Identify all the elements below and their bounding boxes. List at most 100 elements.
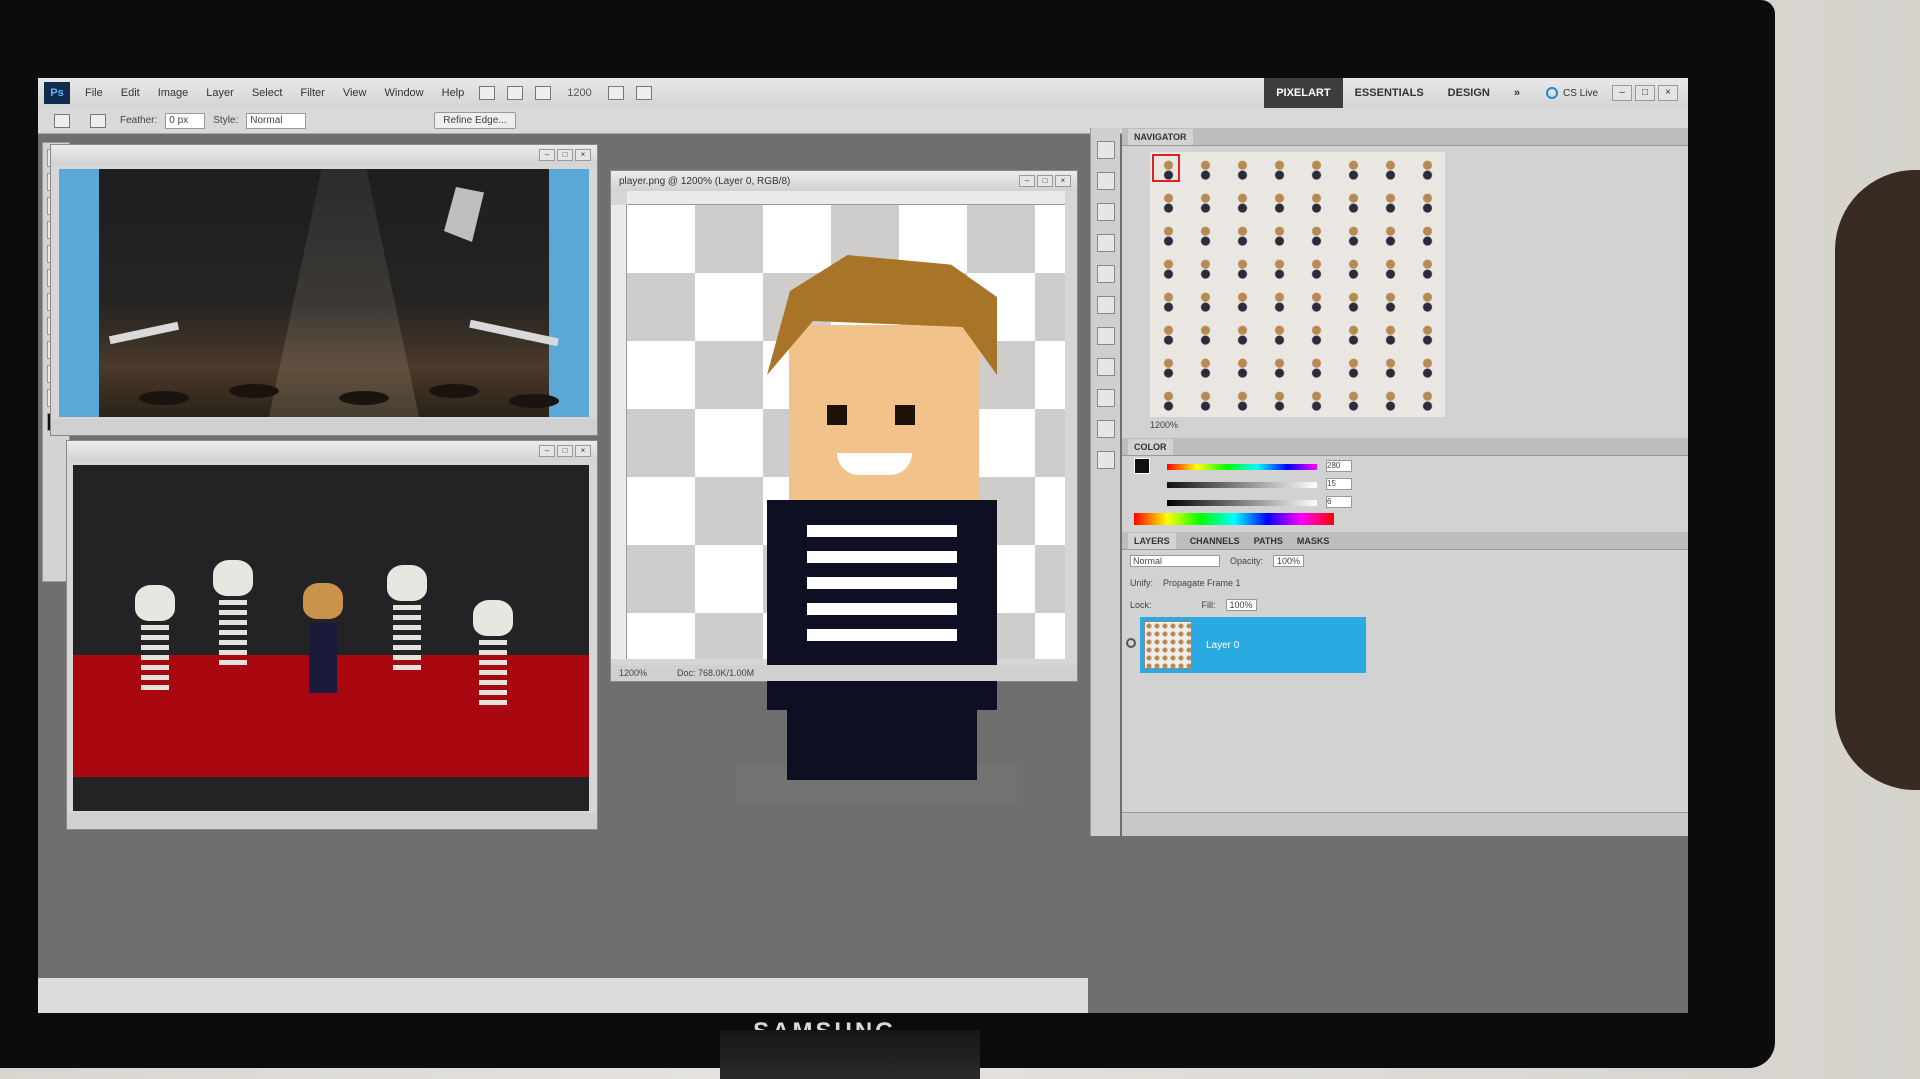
maximize-icon[interactable]: □ — [557, 445, 573, 457]
styles-icon[interactable] — [1096, 420, 1115, 438]
tab-masks[interactable]: MASKS — [1297, 536, 1330, 546]
skeleton-body — [479, 640, 507, 710]
dance-canvas[interactable] — [73, 465, 589, 811]
fence-left — [108, 321, 180, 345]
menu-edit[interactable]: Edit — [112, 87, 149, 99]
vertical-ruler[interactable] — [611, 205, 627, 659]
color-tab-bar: COLOR — [1122, 438, 1688, 456]
info-icon[interactable] — [1096, 389, 1115, 407]
doc-status-bar — [51, 419, 597, 435]
minimize-icon[interactable]: – — [1019, 175, 1035, 187]
app-window-controls: – □ × — [1612, 85, 1678, 101]
foreground-swatch[interactable] — [1134, 458, 1150, 474]
tab-navigator[interactable]: NAVIGATOR — [1128, 128, 1193, 145]
tab-layers[interactable]: LAYERS — [1128, 532, 1176, 549]
doc-window-controls: – □ × — [539, 445, 591, 457]
doc-size[interactable]: Doc: 768.0K/1.00M — [677, 668, 754, 678]
menu-image[interactable]: Image — [149, 87, 198, 99]
tab-paths[interactable]: PATHS — [1254, 536, 1283, 546]
saturation-value[interactable]: 15 — [1326, 478, 1352, 490]
selection-mode-icon[interactable] — [90, 113, 106, 128]
skeleton-sprite — [133, 585, 177, 705]
propagate-checkbox[interactable]: Propagate Frame 1 — [1163, 578, 1241, 588]
character-icon[interactable] — [1096, 451, 1115, 469]
menu-view[interactable]: View — [334, 87, 376, 99]
menu-layer[interactable]: Layer — [197, 87, 243, 99]
3d-icon[interactable] — [1096, 296, 1115, 314]
opacity-input[interactable]: 100% — [1273, 555, 1305, 567]
menu-window[interactable]: Window — [376, 87, 433, 99]
ps-logo: Ps — [44, 82, 70, 104]
visibility-eye-icon[interactable] — [1126, 638, 1136, 648]
play-icon[interactable] — [1096, 141, 1115, 159]
hue-value[interactable]: 280 — [1326, 460, 1352, 472]
maximize-icon[interactable]: □ — [1037, 175, 1053, 187]
minimize-icon[interactable]: – — [539, 149, 555, 161]
stage-canvas[interactable] — [59, 169, 589, 417]
feather-label: Feather: — [120, 115, 158, 126]
brush-presets-icon[interactable] — [1096, 203, 1115, 221]
close-icon[interactable]: × — [575, 149, 591, 161]
swatches-icon[interactable] — [1096, 358, 1115, 376]
menu-filter[interactable]: Filter — [291, 87, 333, 99]
clone-source-icon[interactable] — [1096, 234, 1115, 252]
brush-icon[interactable] — [1096, 327, 1115, 345]
style-select[interactable]: Normal — [246, 112, 307, 129]
feather-input[interactable]: 0 px — [165, 112, 206, 129]
arrange-docs-icon[interactable] — [607, 86, 624, 100]
mini-bridge-icon[interactable] — [507, 86, 524, 100]
hue-slider[interactable] — [1167, 464, 1317, 470]
cs-live-button[interactable]: CS Live — [1532, 87, 1612, 99]
bridge-icon[interactable] — [479, 86, 496, 100]
fill-input[interactable]: 100% — [1225, 599, 1257, 611]
navigator-thumbnail[interactable] — [1150, 152, 1445, 417]
workspace-more-icon[interactable]: » — [1502, 78, 1532, 108]
view-extras-icon[interactable] — [535, 86, 552, 100]
tab-color[interactable]: COLOR — [1128, 438, 1173, 455]
navigator-view-box[interactable] — [1152, 154, 1180, 182]
skeleton-sprite — [385, 565, 429, 685]
maximize-icon[interactable]: □ — [1635, 85, 1655, 101]
tab-channels[interactable]: CHANNELS — [1190, 536, 1240, 546]
monitor-bezel: Ps File Edit Image Layer Select Filter V… — [0, 0, 1775, 1068]
close-icon[interactable]: × — [1055, 175, 1071, 187]
horizontal-ruler[interactable] — [627, 191, 1065, 205]
panel-dock: NAVIGATOR 1200% COLOR 280 15 6 LAYERS CH… — [1122, 128, 1688, 836]
stage-rock — [339, 391, 389, 405]
menu-select[interactable]: Select — [243, 87, 292, 99]
navigator-zoom[interactable]: 1200% — [1150, 420, 1178, 430]
brightness-slider[interactable] — [1167, 500, 1317, 506]
doc-window-dance: – □ × — [66, 440, 598, 830]
animation-timeline[interactable] — [38, 978, 1088, 1013]
saturation-slider[interactable] — [1167, 482, 1317, 488]
menu-help[interactable]: Help — [433, 87, 474, 99]
sprite-smile — [837, 453, 912, 475]
actions-icon[interactable] — [1096, 265, 1115, 283]
minimize-icon[interactable]: – — [539, 445, 555, 457]
doc-window-controls: – □ × — [1019, 175, 1071, 187]
fence-right — [469, 319, 559, 347]
skeleton-sprite — [211, 560, 255, 680]
workspace-design[interactable]: DESIGN — [1436, 78, 1502, 108]
player-canvas[interactable] — [627, 205, 1065, 805]
close-icon[interactable]: × — [1658, 85, 1678, 101]
player-sprite — [301, 583, 345, 703]
history-icon[interactable] — [1096, 172, 1115, 190]
marquee-tool-icon[interactable] — [54, 113, 70, 128]
menu-file[interactable]: File — [76, 87, 112, 99]
close-icon[interactable]: × — [575, 445, 591, 457]
zoom-level[interactable]: 1200 — [567, 87, 591, 99]
screen-mode-icon[interactable] — [635, 86, 652, 100]
doc-zoom[interactable]: 1200% — [619, 668, 647, 678]
color-spectrum[interactable] — [1134, 513, 1334, 525]
cs-live-label: CS Live — [1562, 87, 1598, 99]
opacity-label: Opacity: — [1230, 556, 1264, 566]
blend-mode-select[interactable]: Normal — [1130, 555, 1220, 567]
workspace-essentials[interactable]: ESSENTIALS — [1343, 78, 1436, 108]
layer-row[interactable]: Layer 0 — [1140, 617, 1366, 673]
brightness-value[interactable]: 6 — [1326, 496, 1352, 508]
minimize-icon[interactable]: – — [1612, 85, 1632, 101]
maximize-icon[interactable]: □ — [557, 149, 573, 161]
workspace-pixelart[interactable]: PIXELART — [1264, 78, 1343, 108]
refine-edge-button[interactable]: Refine Edge... — [434, 112, 516, 129]
